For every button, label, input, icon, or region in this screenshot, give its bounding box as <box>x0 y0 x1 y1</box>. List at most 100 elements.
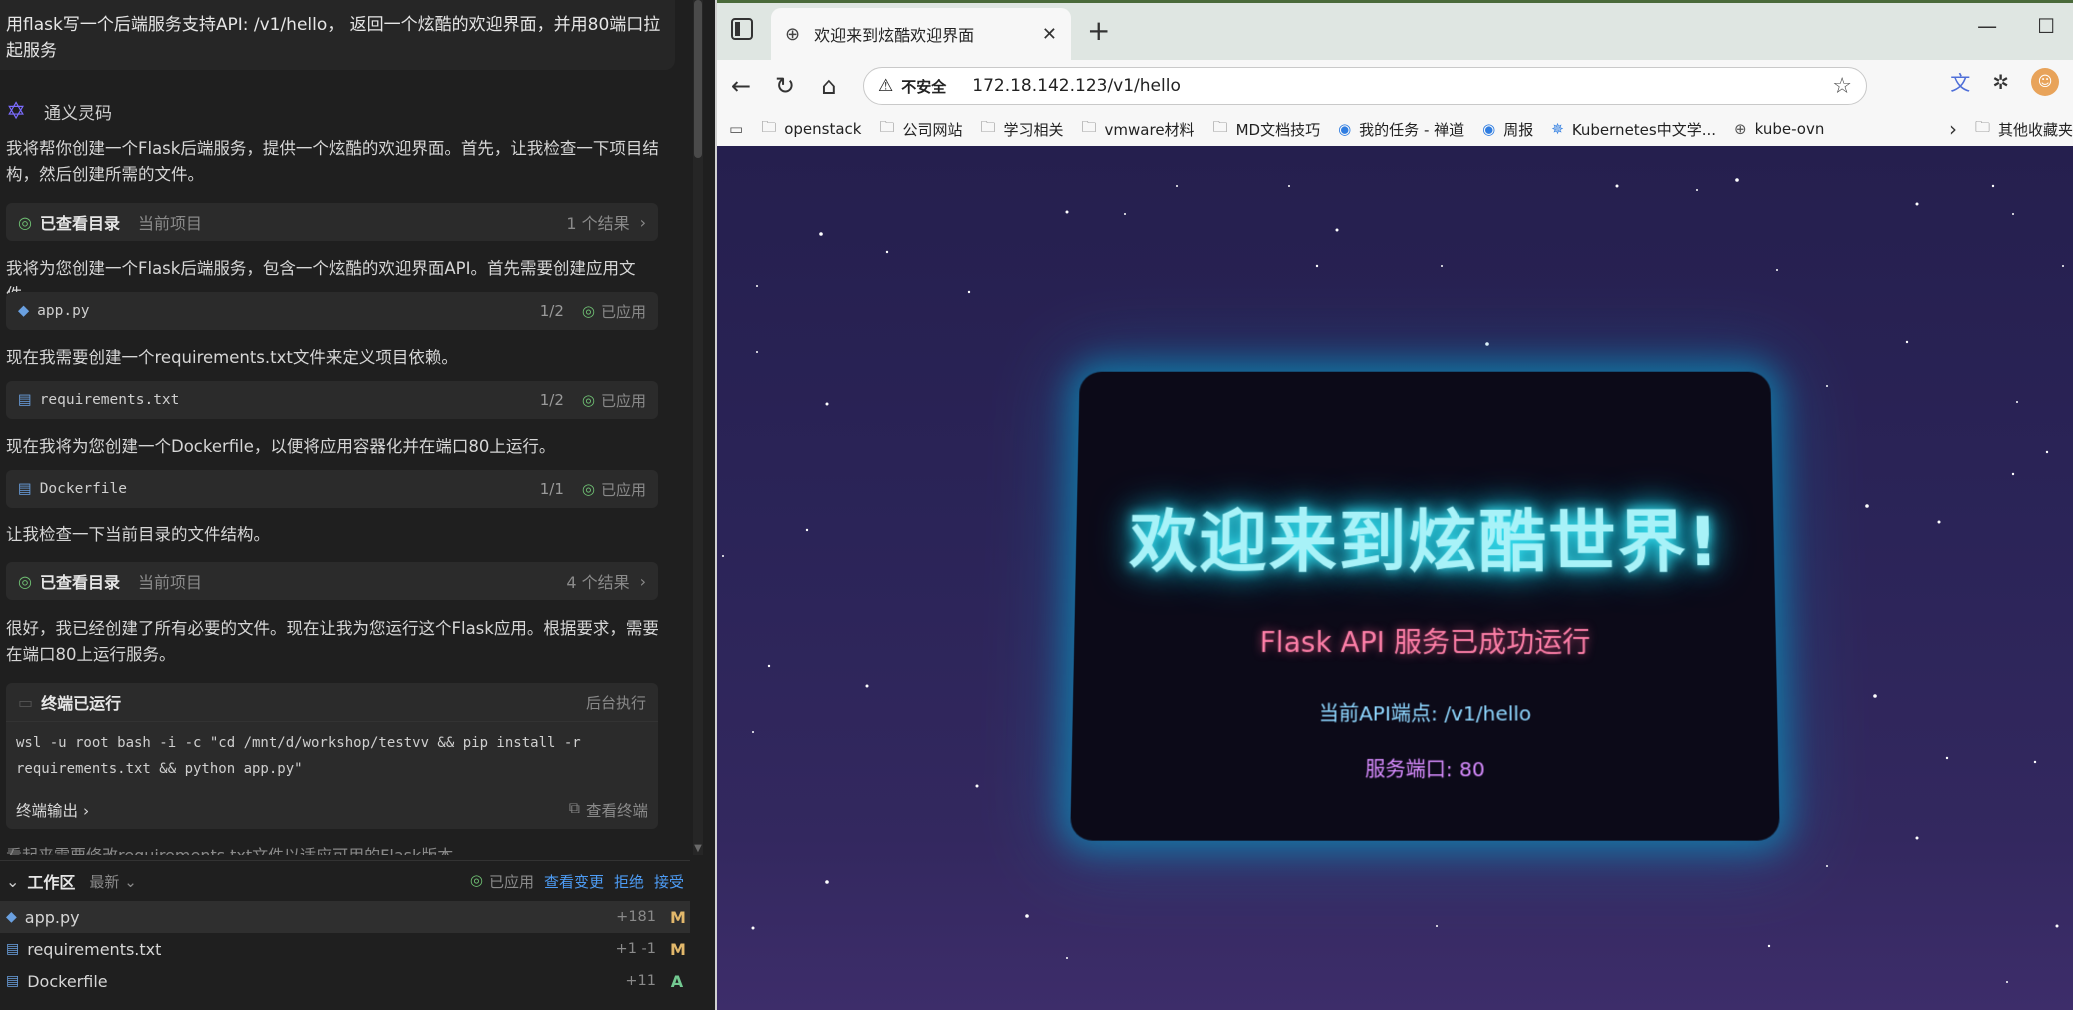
refresh-icon[interactable]: ↻ <box>763 72 807 100</box>
bookmark-item[interactable]: 🗀 openstack <box>761 117 861 142</box>
folder-icon: 🗀 <box>1081 117 1097 136</box>
bookmark-label: 公司网站 <box>902 120 963 139</box>
tab-actions-icon[interactable] <box>731 18 753 40</box>
bookmark-item[interactable]: ✵ Kubernetes中文学... <box>1551 119 1716 140</box>
python-file-icon: ◆ <box>6 909 17 925</box>
maximize-icon[interactable]: ☐ <box>2037 14 2055 38</box>
address-bar[interactable]: ⚠ 不安全 172.18.142.123/v1/hello ☆ <box>863 67 1867 105</box>
service-port-text: 服务端口: 80 <box>1365 756 1485 782</box>
check-circle-icon: ◎ <box>581 391 595 409</box>
result-count: 4 个结果 <box>566 573 630 592</box>
extensions-icon[interactable]: ✲ <box>1992 70 2009 94</box>
bookmark-item[interactable]: 🗀 MD文档技巧 <box>1213 117 1321 142</box>
accept-button[interactable]: 接受 <box>654 871 684 892</box>
minimize-icon[interactable]: — <box>1977 14 1997 38</box>
bookmark-item[interactable]: 🗀 其他收藏夹 <box>1975 117 2073 142</box>
bookmark-label: kube-ovn <box>1754 120 1825 138</box>
view-terminal-button[interactable]: ⧉ 查看终端 <box>569 799 648 821</box>
applied-status: ◎ 已应用 <box>470 871 534 892</box>
chat-scroll-area[interactable]: 用flask写一个后端服务支持API: /v1/hello， 返回一个炫酷的欢迎… <box>0 0 690 855</box>
viewed-directory-card-2[interactable]: ◎ 已查看目录 当前项目 4 个结果 › <box>6 562 658 600</box>
bookmark-label: 其他收藏夹 <box>1997 120 2073 139</box>
bookmark-item[interactable]: 🗀 学习相关 <box>981 117 1064 142</box>
view-label: 查看终端 <box>585 802 648 820</box>
chevron-down-icon[interactable]: ⌄ <box>6 872 19 891</box>
workspace-title: 工作区 <box>27 873 76 892</box>
chevron-down-icon: ⌄ <box>124 872 137 891</box>
card-sub: 当前项目 <box>137 214 202 233</box>
back-icon[interactable]: ← <box>719 72 763 100</box>
file-status: 已应用 <box>600 302 646 321</box>
chevron-right-icon: › <box>639 571 646 591</box>
file-name: requirements.txt <box>39 392 180 408</box>
terminal-output-toggle[interactable]: 终端输出 › <box>16 799 89 821</box>
ai-chat-panel: 用flask写一个后端服务支持API: /v1/hello， 返回一个炫酷的欢迎… <box>0 0 715 1010</box>
file-name: requirements.txt <box>27 939 162 959</box>
bookmark-item[interactable]: ◉ 周报 <box>1482 119 1533 140</box>
file-card-dockerfile[interactable]: ▤ Dockerfile 1/1 ◎ 已应用 <box>6 470 658 508</box>
bookmark-label: Kubernetes中文学... <box>1571 120 1717 139</box>
insecure-label[interactable]: 不安全 <box>901 76 946 97</box>
assistant-message: 让我检查一下当前目录的文件结构。 <box>6 525 270 544</box>
scroll-down-icon[interactable]: ▼ <box>693 843 703 855</box>
new-tab-icon[interactable]: + <box>1087 14 1110 47</box>
sort-dropdown[interactable]: 最新 ⌄ <box>89 871 136 892</box>
workspace-file-row[interactable]: ▤ requirements.txt +1 -1 M <box>0 933 690 965</box>
bookmark-item[interactable]: 🗀 公司网站 <box>879 117 962 142</box>
check-circle-icon: ◎ <box>18 212 32 232</box>
browser-toolbar: 文 ✲ ☺ <box>1950 67 2073 96</box>
bookmark-item[interactable]: ◉ 我的任务 - 禅道 <box>1338 119 1464 140</box>
url-text[interactable]: 172.18.142.123/v1/hello <box>972 76 1181 96</box>
viewed-directory-card-1[interactable]: ◎ 已查看目录 当前项目 1 个结果 › <box>6 203 658 241</box>
workspace-panel: ⌄ 工作区 最新 ⌄ ◎ 已应用 查看变更 拒绝 接受 ◆ app.py +181… <box>0 860 690 1010</box>
bookmark-label: 我的任务 - 禅道 <box>1359 120 1465 139</box>
reject-button[interactable]: 拒绝 <box>614 871 644 892</box>
bookmark-label: vmware材料 <box>1104 120 1195 139</box>
text-file-icon: ▤ <box>18 392 32 408</box>
workspace-file-row[interactable]: ◆ app.py +181 M <box>0 901 690 933</box>
card-sub: 当前项目 <box>137 573 202 592</box>
git-status-badge: A <box>670 971 684 991</box>
chevron-right-icon[interactable]: › <box>1949 117 1957 141</box>
check-circle-icon: ◎ <box>18 571 32 591</box>
check-circle-icon: ◎ <box>581 480 595 498</box>
file-name: Dockerfile <box>39 481 128 497</box>
file-card-requirements[interactable]: ▤ requirements.txt 1/2 ◎ 已应用 <box>6 381 658 419</box>
text-file-icon: ▤ <box>6 941 20 957</box>
terminal-label: 终端已运行 <box>41 694 122 713</box>
translate-icon[interactable]: 文 <box>1950 67 1970 96</box>
scrollbar-thumb[interactable] <box>694 0 702 158</box>
tab-active[interactable]: ⊕ 欢迎来到炫酷欢迎界面 ✕ <box>771 8 1071 60</box>
warning-icon: ⚠ <box>878 76 894 96</box>
bookmark-label: MD文档技巧 <box>1235 120 1321 139</box>
reading-list-icon[interactable]: ▭ <box>729 120 743 138</box>
close-tab-icon[interactable]: ✕ <box>1042 24 1057 45</box>
web-page: 欢迎来到炫酷世界! Flask API 服务已成功运行 当前API端点: /v1… <box>717 146 2073 1010</box>
view-changes-button[interactable]: 查看变更 <box>544 871 604 892</box>
applied-label: 已应用 <box>488 872 534 891</box>
assistant-message: 现在我将为您创建一个Dockerfile，以便将应用容器化并在端口80上运行。 <box>6 437 556 456</box>
check-circle-icon: ◎ <box>469 870 483 889</box>
diff-count: +11 <box>625 973 656 989</box>
workspace-file-row[interactable]: ▤ Dockerfile +11 A <box>0 965 690 997</box>
bookmark-item[interactable]: 🗀 vmware材料 <box>1082 117 1195 142</box>
check-circle-icon: ◎ <box>581 302 595 320</box>
folder-icon: 🗀 <box>761 117 777 136</box>
favorite-star-icon[interactable]: ☆ <box>1832 74 1852 99</box>
bookmark-item[interactable]: ⊕ kube-ovn <box>1734 120 1824 138</box>
zentao-icon: ◉ <box>1482 120 1496 138</box>
profile-avatar[interactable]: ☺ <box>2031 67 2059 96</box>
home-icon[interactable]: ⌂ <box>807 72 851 100</box>
file-count: 1/2 <box>539 391 564 409</box>
terminal-icon: ▭ <box>18 692 34 712</box>
terminal-footer: 终端输出 › ⧉ 查看终端 <box>16 799 648 821</box>
card-label: 已查看目录 <box>39 214 120 233</box>
file-card-app-py[interactable]: ◆ app.py 1/2 ◎ 已应用 <box>6 292 658 330</box>
folder-icon: 🗀 <box>980 117 996 136</box>
tab-bar: ⊕ 欢迎来到炫酷欢迎界面 ✕ + — ☐ <box>717 0 2073 60</box>
workspace-header: ⌄ 工作区 最新 ⌄ ◎ 已应用 查看变更 拒绝 接受 <box>0 861 690 901</box>
browser-window: ⊕ 欢迎来到炫酷欢迎界面 ✕ + — ☐ ← ↻ ⌂ ⚠ 不安全 172.18.… <box>715 0 2073 1010</box>
chat-scrollbar[interactable]: ▼ <box>693 0 703 855</box>
welcome-card: 欢迎来到炫酷世界! Flask API 服务已成功运行 当前API端点: /v1… <box>1070 371 1780 841</box>
screen: 用flask写一个后端服务支持API: /v1/hello， 返回一个炫酷的欢迎… <box>0 0 2073 1010</box>
